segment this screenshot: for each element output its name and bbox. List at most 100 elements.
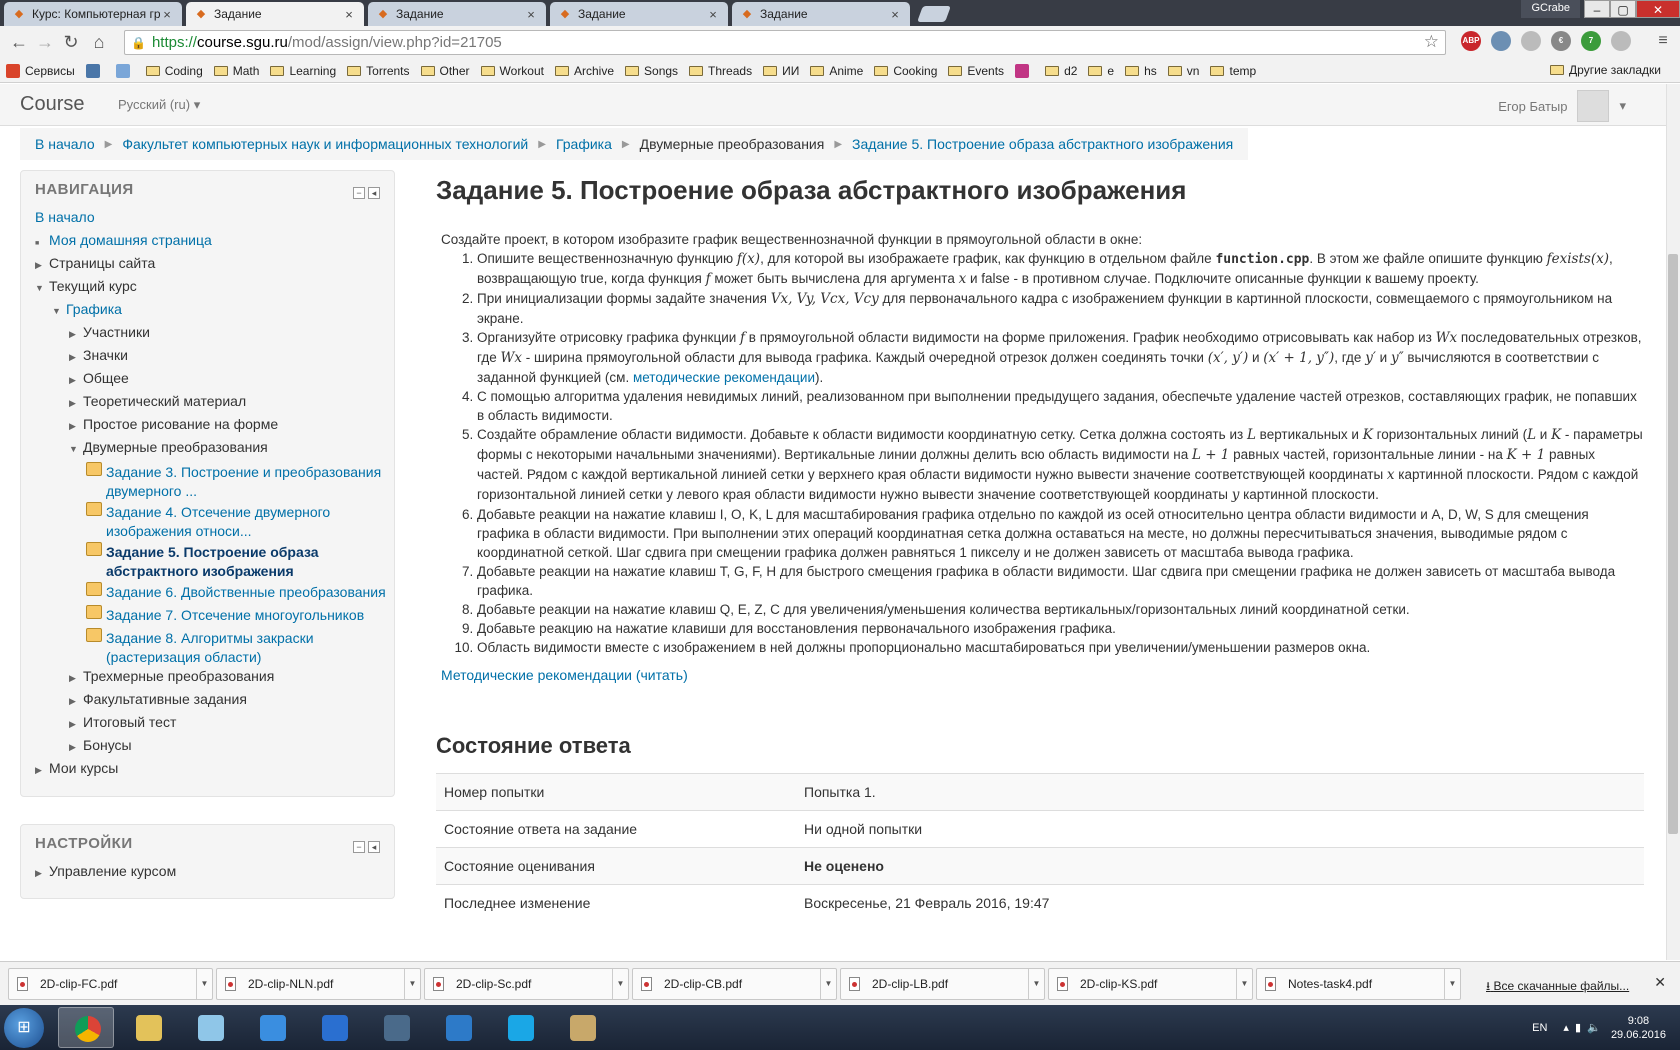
nav-section[interactable]: ▶ Общее xyxy=(35,367,380,390)
back-icon[interactable]: ← xyxy=(8,32,30,53)
show-all-downloads-link[interactable]: ⭳ Все скачанные файлы... xyxy=(1486,977,1629,998)
bookmark-item[interactable]: Threads xyxy=(689,64,752,78)
browser-tab[interactable]: ◆ Задание × xyxy=(186,2,364,26)
close-tab-icon[interactable]: × xyxy=(160,7,174,22)
close-tab-icon[interactable]: × xyxy=(706,7,720,22)
volume-icon[interactable]: 🔈 xyxy=(1587,1021,1601,1034)
avatar[interactable] xyxy=(1577,90,1610,122)
dict-icon[interactable]: € xyxy=(1551,31,1571,51)
taskbar-app[interactable] xyxy=(58,1007,114,1048)
bookmark-item[interactable] xyxy=(85,63,105,78)
puzzle-icon[interactable] xyxy=(1611,31,1631,51)
download-menu-icon[interactable]: ▼ xyxy=(1444,969,1460,999)
address-bar[interactable]: 🔒 https://course.sgu.ru/mod/assign/view.… xyxy=(124,30,1446,55)
abp-icon[interactable]: ABP xyxy=(1461,31,1481,51)
download-item[interactable]: 2D-clip-CB.pdf ▼ xyxy=(632,968,837,1000)
nav-current-course[interactable]: ▼ Текущий курс xyxy=(35,275,380,298)
bookmark-item[interactable]: Math xyxy=(213,64,259,78)
bookmark-item[interactable]: hs xyxy=(1125,64,1157,78)
nav-section[interactable]: ▶ Значки xyxy=(35,344,380,367)
nav-section[interactable]: ▶ Участники xyxy=(35,321,380,344)
bookmark-item[interactable]: Learning xyxy=(270,64,336,78)
forward-icon[interactable]: → xyxy=(34,32,56,53)
settings-course-admin[interactable]: ▶ Управление курсом xyxy=(35,860,380,883)
input-language[interactable]: EN xyxy=(1532,1022,1547,1034)
tray-arrow-icon[interactable]: ▴ xyxy=(1563,1021,1569,1034)
bookmark-item[interactable]: temp xyxy=(1210,64,1256,78)
taskbar-app[interactable] xyxy=(306,1007,362,1048)
bookmark-item[interactable]: Archive xyxy=(555,64,614,78)
close-tab-icon[interactable]: × xyxy=(888,7,902,22)
taskbar-app[interactable] xyxy=(182,1007,238,1048)
bookmark-item[interactable]: Workout xyxy=(480,64,544,78)
bookmark-item[interactable]: Coding xyxy=(145,64,203,78)
menu-icon[interactable]: ≡ xyxy=(1652,32,1674,50)
nav-dashboard[interactable]: ■ Моя домашняя страница xyxy=(35,229,380,252)
download-item[interactable]: 2D-clip-Sc.pdf ▼ xyxy=(424,968,629,1000)
bookmark-item[interactable]: Сервисы xyxy=(6,63,75,78)
nav-activity[interactable]: Задание 6. Двойственные преобразования xyxy=(86,579,386,602)
collapse-block-icon[interactable]: − xyxy=(353,187,365,199)
nav-activity[interactable]: Задание 8. Алгоритмы закраски (растеризац… xyxy=(86,625,380,665)
nav-current-section[interactable]: ▼ Двумерные преобразования xyxy=(35,436,380,459)
other-bookmarks[interactable]: Другие закладки xyxy=(1550,63,1661,77)
download-menu-icon[interactable]: ▼ xyxy=(612,969,628,999)
browser-tab[interactable]: ◆ Задание × xyxy=(368,2,546,26)
nav-my-courses[interactable]: ▶ Мои курсы xyxy=(35,757,380,780)
taskbar-app[interactable] xyxy=(430,1007,486,1048)
nav-section[interactable]: ▶ Трехмерные преобразования xyxy=(35,665,380,688)
bookmark-star-icon[interactable]: ☆ xyxy=(1424,32,1439,52)
close-window-button[interactable]: ✕ xyxy=(1636,0,1680,18)
nav-course[interactable]: ▼ Графика xyxy=(35,298,380,321)
bookmark-item[interactable]: e xyxy=(1088,64,1114,78)
site-brand[interactable]: Course xyxy=(20,93,84,116)
bookmark-item[interactable]: Cooking xyxy=(874,64,937,78)
profile-button[interactable]: GCrabe xyxy=(1521,0,1580,18)
bookmark-item[interactable]: Songs xyxy=(625,64,678,78)
bookmark-item[interactable]: Events xyxy=(948,64,1004,78)
nav-section[interactable]: ▶ Бонусы xyxy=(35,734,380,757)
nav-section[interactable]: ▶ Теоретический материал xyxy=(35,390,380,413)
download-item[interactable]: Notes-task4.pdf ▼ xyxy=(1256,968,1461,1000)
download-menu-icon[interactable]: ▼ xyxy=(196,969,212,999)
download-item[interactable]: 2D-clip-KS.pdf ▼ xyxy=(1048,968,1253,1000)
bookmark-item[interactable] xyxy=(1015,63,1034,78)
breadcrumb-item[interactable]: Задание 5. Построение образа абстрактног… xyxy=(852,136,1233,152)
download-menu-icon[interactable]: ▼ xyxy=(820,969,836,999)
dock-block-icon[interactable]: ◂ xyxy=(368,187,380,199)
bookmark-item[interactable] xyxy=(115,63,135,78)
taskbar-app[interactable] xyxy=(368,1007,424,1048)
download-item[interactable]: 2D-clip-NLN.pdf ▼ xyxy=(216,968,421,1000)
close-downloads-icon[interactable]: ✕ xyxy=(1654,974,1666,991)
user-menu[interactable]: Егор Батыр ▾ xyxy=(1498,90,1626,122)
browser-tab[interactable]: ◆ Задание × xyxy=(550,2,728,26)
close-tab-icon[interactable]: × xyxy=(342,7,356,22)
language-menu[interactable]: Русский (ru) ▾ xyxy=(118,97,200,113)
breadcrumb-item[interactable]: Графика xyxy=(556,136,612,152)
nav-section[interactable]: ▶ Итоговый тест xyxy=(35,711,380,734)
guidelines-read-link[interactable]: Методические рекомендации (читать) xyxy=(441,667,1644,683)
download-ext-icon[interactable]: 7 xyxy=(1581,31,1601,51)
collapse-block-icon[interactable]: − xyxy=(353,841,365,853)
taskbar-app[interactable] xyxy=(554,1007,610,1048)
nav-activity[interactable]: Задание 7. Отсечение многоугольников xyxy=(86,602,380,625)
bookmark-item[interactable]: Anime xyxy=(810,64,863,78)
browser-tab[interactable]: ◆ Задание × xyxy=(732,2,910,26)
nav-site-pages[interactable]: ▶ Страницы сайта xyxy=(35,252,380,275)
download-menu-icon[interactable]: ▼ xyxy=(1028,969,1044,999)
bookmark-item[interactable]: ИИ xyxy=(763,64,799,78)
download-menu-icon[interactable]: ▼ xyxy=(1236,969,1252,999)
page-scrollbar[interactable] xyxy=(1666,84,1680,960)
new-tab-button[interactable] xyxy=(917,6,951,22)
nav-activity[interactable]: Задание 3. Построение и преобразования дв… xyxy=(86,459,381,499)
nav-section[interactable]: ▶ Факультативные задания xyxy=(35,688,380,711)
drive-icon[interactable] xyxy=(1491,31,1511,51)
nav-section[interactable]: ▶ Простое рисование на форме xyxy=(35,413,380,436)
guidelines-inline-link[interactable]: методические рекомендации xyxy=(633,370,815,385)
dock-block-icon[interactable]: ◂ xyxy=(368,841,380,853)
taskbar-app[interactable] xyxy=(492,1007,548,1048)
bookmark-item[interactable]: Torrents xyxy=(347,64,410,78)
gear-ext-icon[interactable] xyxy=(1521,31,1541,51)
close-tab-icon[interactable]: × xyxy=(524,7,538,22)
start-button[interactable]: ⊞ xyxy=(4,1008,44,1048)
